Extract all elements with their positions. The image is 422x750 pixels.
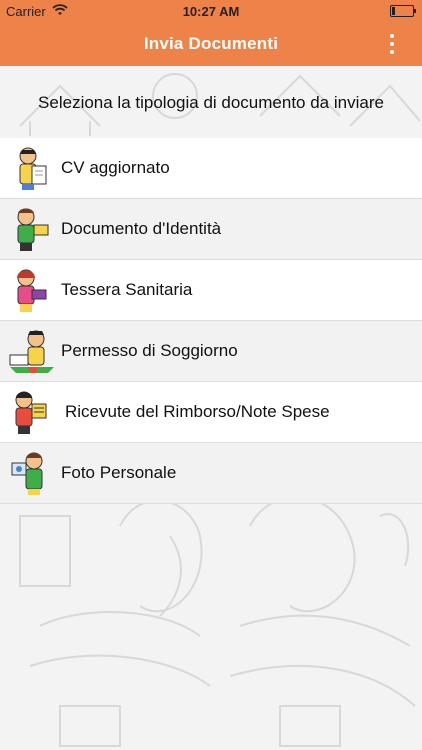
vertical-ellipsis-icon[interactable] [386, 32, 398, 56]
page-title: Invia Documenti [143, 34, 279, 53]
document-item-label: Ricevute del Rimborso/Note Spese [65, 402, 330, 421]
header-title: Seleziona la tipologia di documento da i… [38, 93, 384, 112]
document-item-identity[interactable]: Documento d'Identità [0, 199, 422, 260]
battery-icon [390, 5, 416, 17]
document-item-label: CV aggiornato [61, 158, 170, 177]
residence-permit-person-icon [9, 330, 54, 373]
document-item-photo[interactable]: Foto Personale [0, 443, 422, 504]
document-item-receipts[interactable]: Ricevute del Rimborso/Note Spese [0, 382, 422, 443]
health-card-person-icon [17, 269, 47, 312]
nav-bar: Invia Documenti [0, 22, 422, 66]
status-bar: Carrier 10:27 AM [0, 0, 422, 22]
document-item-cv[interactable]: CV aggiornato [0, 138, 422, 199]
photo-person-icon [11, 452, 43, 495]
id-person-icon [17, 208, 49, 251]
document-item-residence-permit[interactable]: Permesso di Soggiorno [0, 321, 422, 382]
document-item-label: Foto Personale [61, 463, 177, 482]
document-item-label: Tessera Sanitaria [61, 280, 193, 299]
document-item-label: Documento d'Identità [61, 219, 222, 238]
clock: 10:27 AM [182, 4, 240, 19]
receipts-person-icon [15, 391, 47, 434]
header: Seleziona la tipologia di documento da i… [0, 66, 422, 138]
document-item-label: Permesso di Soggiorno [61, 341, 238, 360]
document-item-health-card[interactable]: Tessera Sanitaria [0, 260, 422, 321]
cv-person-icon [19, 147, 47, 190]
document-list: CV aggiornato Documento d'Identità Tesse… [0, 138, 422, 504]
